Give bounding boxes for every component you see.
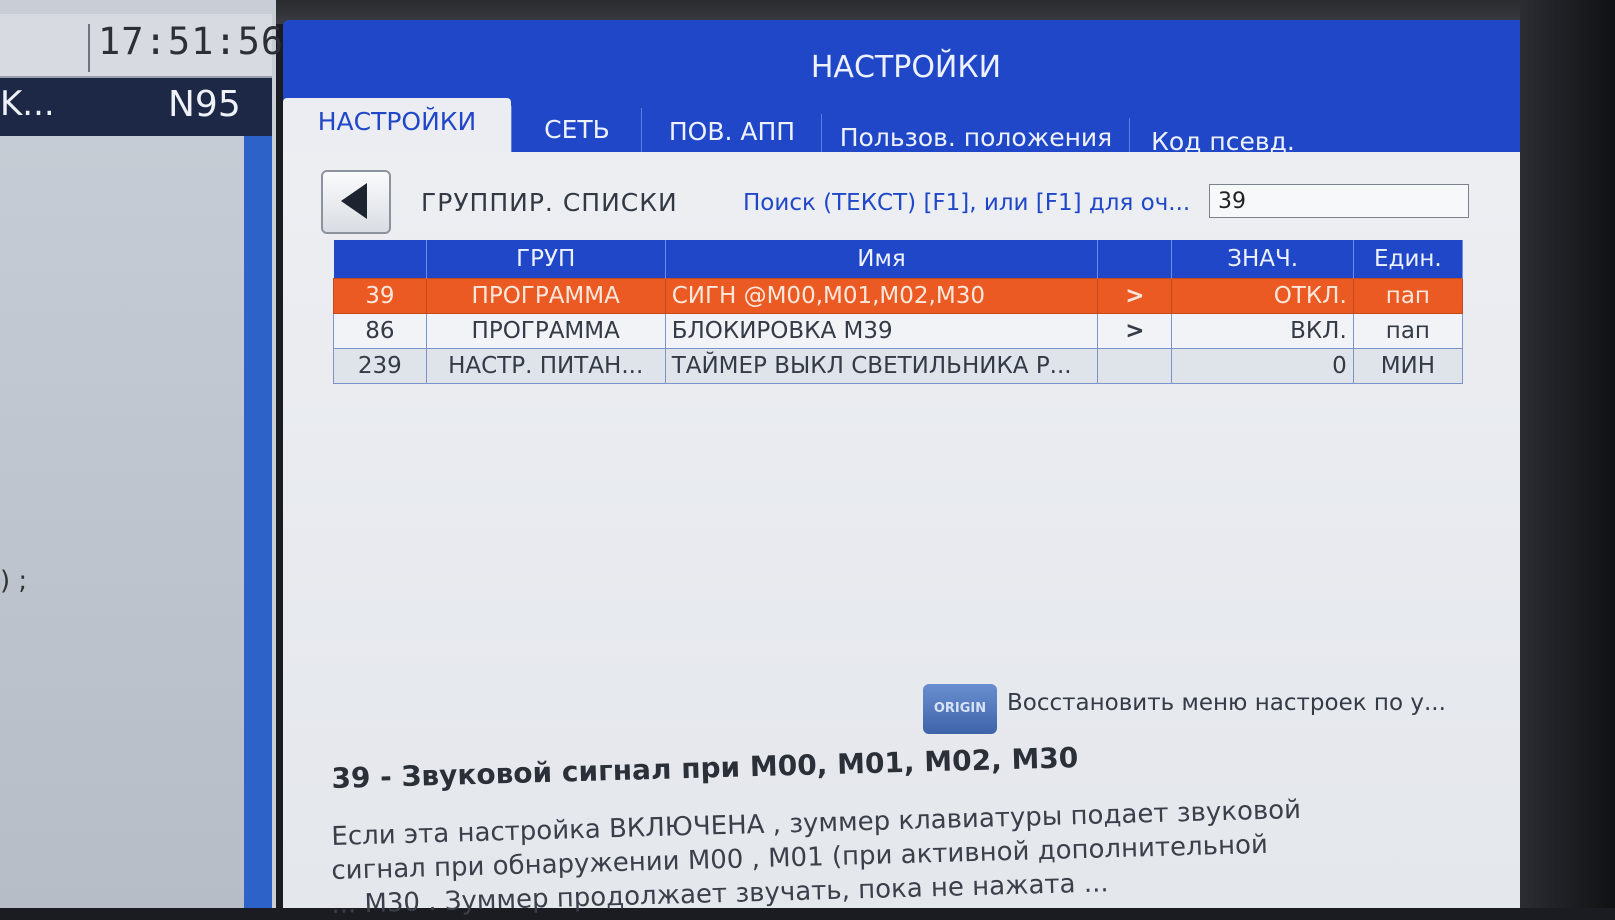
arrow-left-icon	[341, 183, 367, 219]
left-panel: 17:51:56 K... N95 ) ;	[0, 0, 283, 908]
setting-name: ТАЙМЕР ВЫКЛ СВЕТИЛЬНИКА Р...	[664, 348, 1099, 384]
clock: 17:51:56	[98, 20, 285, 63]
monitor-bezel-right	[1520, 0, 1615, 908]
table-row[interactable]: 239 НАСТР. ПИТАН... ТАЙМЕР ВЫКЛ СВЕТИЛЬН…	[333, 348, 1464, 384]
setting-group: НАСТР. ПИТАН...	[425, 348, 666, 384]
setting-group: ПРОГРАММА	[425, 313, 666, 349]
setting-number: 86	[333, 313, 427, 349]
expand-arrow-icon[interactable]: >	[1097, 313, 1173, 349]
column-header-action	[1097, 240, 1173, 279]
program-line-fragment: ) ;	[0, 566, 28, 596]
setting-name: БЛОКИРОВКА M39	[664, 313, 1099, 349]
column-header-unit: Един.	[1353, 240, 1464, 279]
origin-button[interactable]: ORIGIN	[923, 684, 997, 734]
setting-unit: пап	[1352, 313, 1464, 349]
setting-group: ПРОГРАММА	[425, 278, 666, 314]
group-lists-label: ГРУППИР. СПИСКИ	[421, 188, 678, 217]
setting-unit: пап	[1352, 278, 1464, 314]
block-number: N95	[168, 84, 241, 125]
description-title: 39 - Звуковой сигнал при M00, M01, M02, …	[331, 741, 1079, 795]
settings-window: НАСТРОЙКИ НАСТРОЙКИ СЕТЬ ПОВ. АПП Пользо…	[283, 20, 1529, 920]
search-hint: Поиск (ТЕКСТ) [F1], или [F1] для оч...	[743, 190, 1191, 216]
column-header-number	[333, 240, 427, 279]
column-header-group: ГРУП	[426, 240, 666, 279]
expand-arrow-icon[interactable]: >	[1097, 278, 1173, 314]
setting-name: СИГН @M00,M01,M02,M30	[664, 278, 1099, 314]
program-listing[interactable]: ) ;	[0, 136, 244, 908]
setting-value[interactable]: 0	[1171, 348, 1354, 384]
setting-number: 239	[333, 348, 427, 384]
search-input[interactable]	[1209, 184, 1469, 218]
program-header: K... N95	[0, 78, 272, 136]
tab-rotary[interactable]: ПОВ. АПП	[641, 108, 822, 156]
clock-box: 17:51:56	[0, 14, 283, 78]
column-header-value: ЗНАЧ.	[1171, 240, 1354, 279]
origin-label: Восстановить меню настроек по у...	[1007, 690, 1446, 716]
table-row[interactable]: 86 ПРОГРАММА БЛОКИРОВКА M39 > ВКЛ. пап	[333, 313, 1464, 349]
window-title: НАСТРОЙКИ	[810, 50, 1002, 85]
tab-network[interactable]: СЕТЬ	[511, 106, 642, 154]
column-header-name: Имя	[665, 240, 1099, 279]
setting-value[interactable]: ОТКЛ.	[1171, 278, 1354, 314]
program-name: K...	[0, 84, 55, 124]
tab-settings[interactable]: НАСТРОЙКИ	[283, 98, 511, 160]
setting-unit: МИН	[1352, 348, 1464, 384]
settings-content: ГРУППИР. СПИСКИ Поиск (ТЕКСТ) [F1], или …	[283, 152, 1529, 920]
settings-table: ГРУП Имя ЗНАЧ. Един. 39 ПРОГРАММА СИГН @…	[333, 240, 1464, 384]
clock-separator	[88, 24, 90, 72]
back-button[interactable]	[321, 170, 391, 234]
table-row[interactable]: 39 ПРОГРАММА СИГН @M00,M01,M02,M30 > ОТК…	[333, 278, 1464, 314]
table-header: ГРУП Имя ЗНАЧ. Един.	[333, 240, 1464, 279]
expand-arrow-icon[interactable]	[1097, 348, 1173, 384]
left-scrollbar[interactable]	[244, 136, 272, 908]
setting-number: 39	[333, 278, 427, 314]
setting-value[interactable]: ВКЛ.	[1171, 313, 1354, 349]
